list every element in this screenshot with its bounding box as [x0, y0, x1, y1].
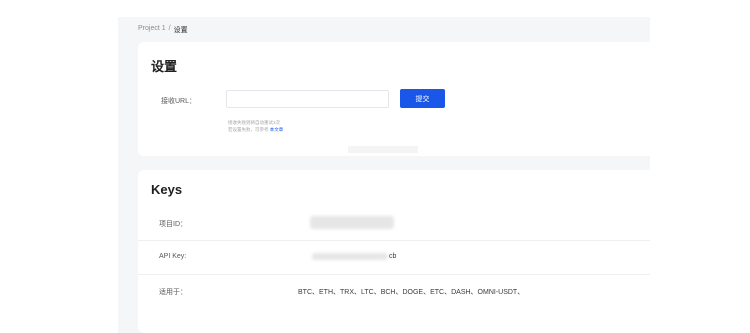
- keys-title: Keys: [151, 182, 183, 197]
- breadcrumb: Project 1 / 设置: [138, 25, 188, 35]
- help-hint-text: 若设置失败，可参考: [228, 127, 269, 132]
- receive-url-label: 接收URL：: [161, 98, 197, 105]
- applicable-label: 适用于：: [159, 289, 187, 296]
- key-row-project-id: 项目ID：: [138, 206, 650, 241]
- breadcrumb-current: 设置: [173, 27, 188, 34]
- retry-hint: 接收失败则将自动重试3次: [228, 120, 281, 125]
- help-hint: 若设置失败，可参考 本文章: [228, 127, 283, 133]
- app-container: Project 1 / 设置 设置 接收URL： 提交 接收失败则将自动重试3次…: [118, 17, 650, 333]
- applicable-coins: BTC、ETH、TRX、LTC、BCH、DOGE、ETC、DASH、OMNI-U…: [298, 289, 525, 296]
- settings-title: 设置: [151, 59, 178, 74]
- settings-card: 设置 接收URL： 提交 接收失败则将自动重试3次 若设置失败，可参考 本文章: [138, 42, 650, 156]
- breadcrumb-project[interactable]: Project 1: [138, 25, 166, 35]
- project-id-label: 项目ID：: [159, 221, 187, 228]
- api-key-redacted: [312, 253, 388, 260]
- key-row-api-key: API Key: cb: [138, 240, 650, 275]
- project-id-redacted: [310, 216, 394, 229]
- breadcrumb-separator: /: [168, 25, 171, 32]
- help-article-link[interactable]: 本文章: [270, 127, 284, 132]
- keys-card: Keys 项目ID： API Key: cb 适用于： BTC、ETH、TRX、…: [138, 170, 650, 333]
- blur-overlay: [348, 146, 418, 153]
- api-key-label: API Key:: [159, 253, 187, 260]
- submit-button[interactable]: 提交: [400, 89, 445, 108]
- receive-url-input[interactable]: [226, 90, 389, 108]
- api-key-value: cb: [389, 253, 397, 260]
- key-row-applicable: 适用于： BTC、ETH、TRX、LTC、BCH、DOGE、ETC、DASH、O…: [138, 274, 650, 308]
